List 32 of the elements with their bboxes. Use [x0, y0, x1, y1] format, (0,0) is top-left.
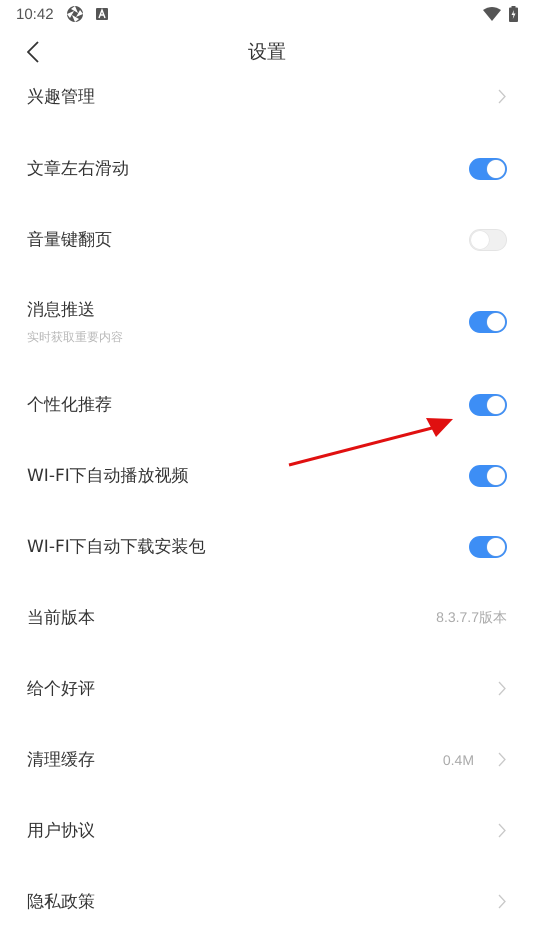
setting-label: 文章左右滑动	[27, 158, 130, 180]
toggle-switch[interactable]	[469, 464, 507, 486]
setting-label: 个性化推荐	[27, 394, 113, 416]
setting-label: WI-FI下自动下载安装包	[27, 536, 207, 558]
toggle-switch[interactable]	[469, 311, 507, 333]
setting-value: 0.4M	[442, 752, 474, 768]
setting-label: 隐私政策	[27, 891, 96, 913]
chevron-right-icon[interactable]	[498, 894, 506, 909]
setting-value: 8.3.7.7版本	[436, 608, 507, 626]
setting-label: WI-FI下自动播放视频	[27, 465, 190, 487]
setting-description: 实时获取重要内容	[27, 329, 124, 346]
battery-charging-icon	[509, 6, 518, 22]
setting-label: 用户协议	[27, 820, 96, 842]
toggle-switch[interactable]	[469, 394, 507, 416]
back-icon[interactable]	[27, 41, 39, 63]
chevron-right-icon[interactable]	[498, 823, 506, 838]
toggle-switch[interactable]	[469, 158, 507, 180]
wifi-icon	[483, 7, 501, 21]
setting-label: 兴趣管理	[27, 86, 96, 108]
chevron-right-icon[interactable]	[498, 681, 506, 696]
setting-label: 音量键翻页	[27, 229, 113, 251]
setting-label: 清理缓存	[27, 749, 96, 771]
keyboard-letter-icon	[96, 8, 108, 20]
aperture-icon	[66, 5, 84, 23]
setting-label: 给个好评	[27, 678, 96, 700]
chevron-right-icon[interactable]	[498, 89, 506, 104]
toggle-switch[interactable]	[469, 536, 507, 558]
page-title: 设置	[248, 40, 286, 65]
setting-label: 消息推送	[27, 299, 96, 321]
setting-label: 当前版本	[27, 607, 96, 629]
chevron-right-icon[interactable]	[498, 752, 506, 767]
status-time: 10:42	[16, 6, 54, 22]
